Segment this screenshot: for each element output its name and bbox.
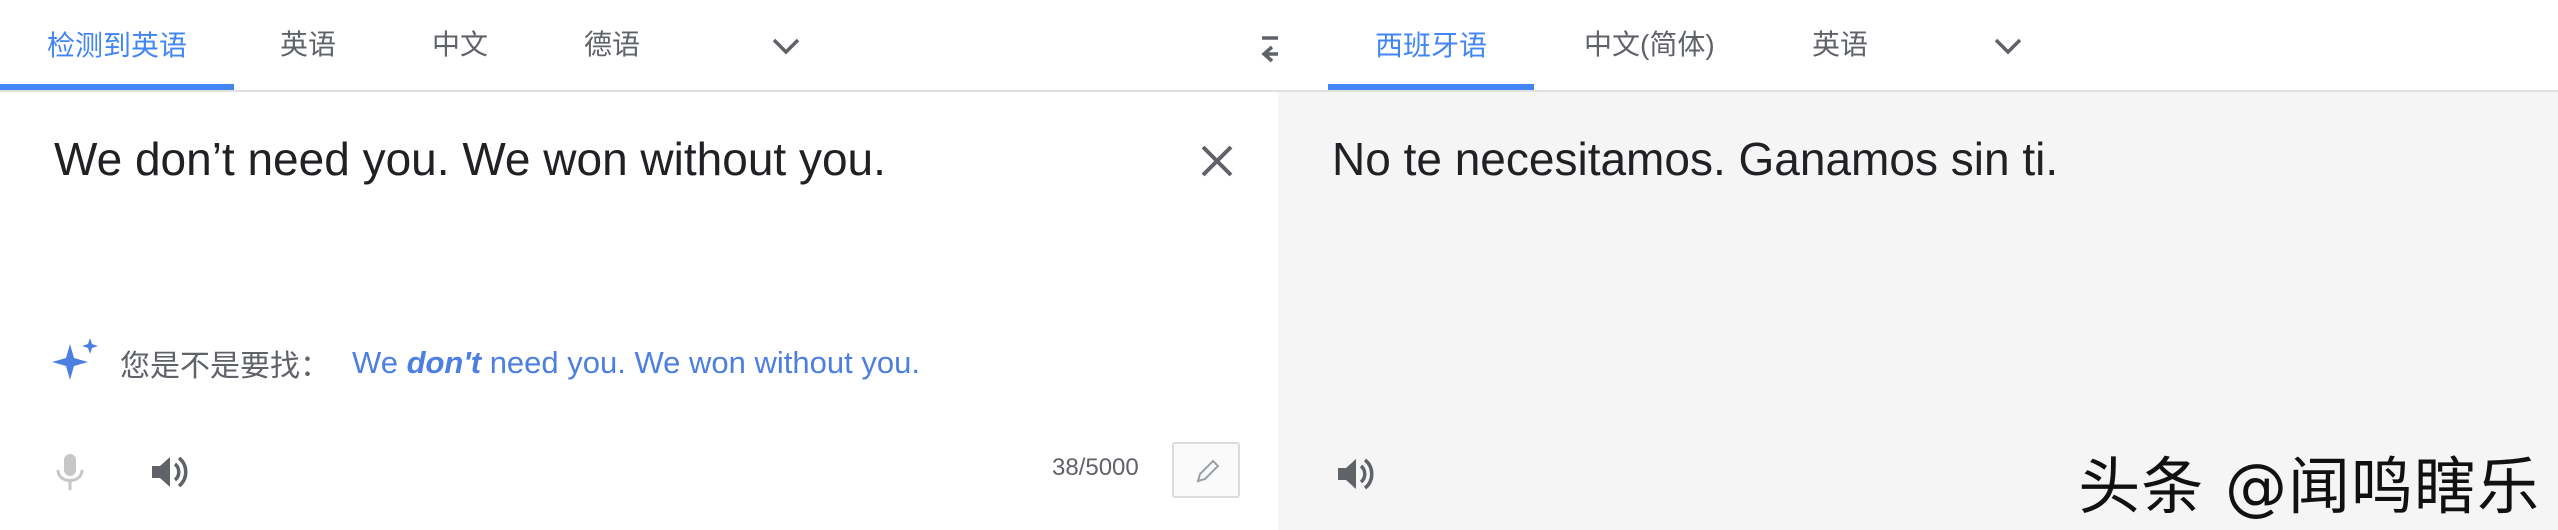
sparkle-icon <box>50 336 100 391</box>
suggestion-pre: We <box>352 345 407 380</box>
suggestion-link[interactable]: We don't need you. We won without you. <box>352 345 920 381</box>
chevron-down-icon[interactable] <box>766 26 806 66</box>
tab-german[interactable]: 德语 <box>584 0 640 90</box>
tab-english[interactable]: 英语 <box>280 0 336 90</box>
tab-detect-language[interactable]: 检测到英语 <box>0 0 234 90</box>
source-text[interactable]: We don’t need you. We won without you. <box>54 132 886 186</box>
suggestion-label: 您是不是要找： <box>120 350 330 383</box>
watermark: 头条 @闻鸣瞎乐 <box>2078 450 2540 523</box>
did-you-mean: 您是不是要找： We don't need you. We won withou… <box>50 336 920 391</box>
mic-icon[interactable] <box>48 450 92 499</box>
tab-chinese[interactable]: 中文 <box>432 0 488 90</box>
edit-button[interactable] <box>1172 442 1240 498</box>
suggestion-bold: don't <box>406 345 482 380</box>
close-icon[interactable] <box>1196 140 1238 182</box>
source-pane: 检测到英语 英语 中文 德语 We don’t need you. We won… <box>0 0 1297 530</box>
speaker-icon[interactable] <box>1334 452 1378 501</box>
suggestion-post: need you. We won without you. <box>481 345 920 380</box>
tab-english[interactable]: 英语 <box>1812 0 1868 90</box>
target-pane: 西班牙语 中文(简体) 英语 No te necesitamos. Ganamo… <box>1278 0 2558 530</box>
target-language-bar: 西班牙语 中文(简体) 英语 <box>1278 0 2558 92</box>
source-language-bar: 检测到英语 英语 中文 德语 <box>0 0 1297 92</box>
chevron-down-icon[interactable] <box>1988 26 2028 66</box>
tab-chinese-simplified[interactable]: 中文(简体) <box>1584 0 1715 90</box>
character-count: 38/5000 <box>1052 454 1139 481</box>
translation-text: No te necesitamos. Ganamos sin ti. <box>1332 133 2059 185</box>
speaker-icon[interactable] <box>148 450 192 499</box>
tab-spanish[interactable]: 西班牙语 <box>1328 0 1534 90</box>
pencil-icon <box>1193 456 1223 491</box>
